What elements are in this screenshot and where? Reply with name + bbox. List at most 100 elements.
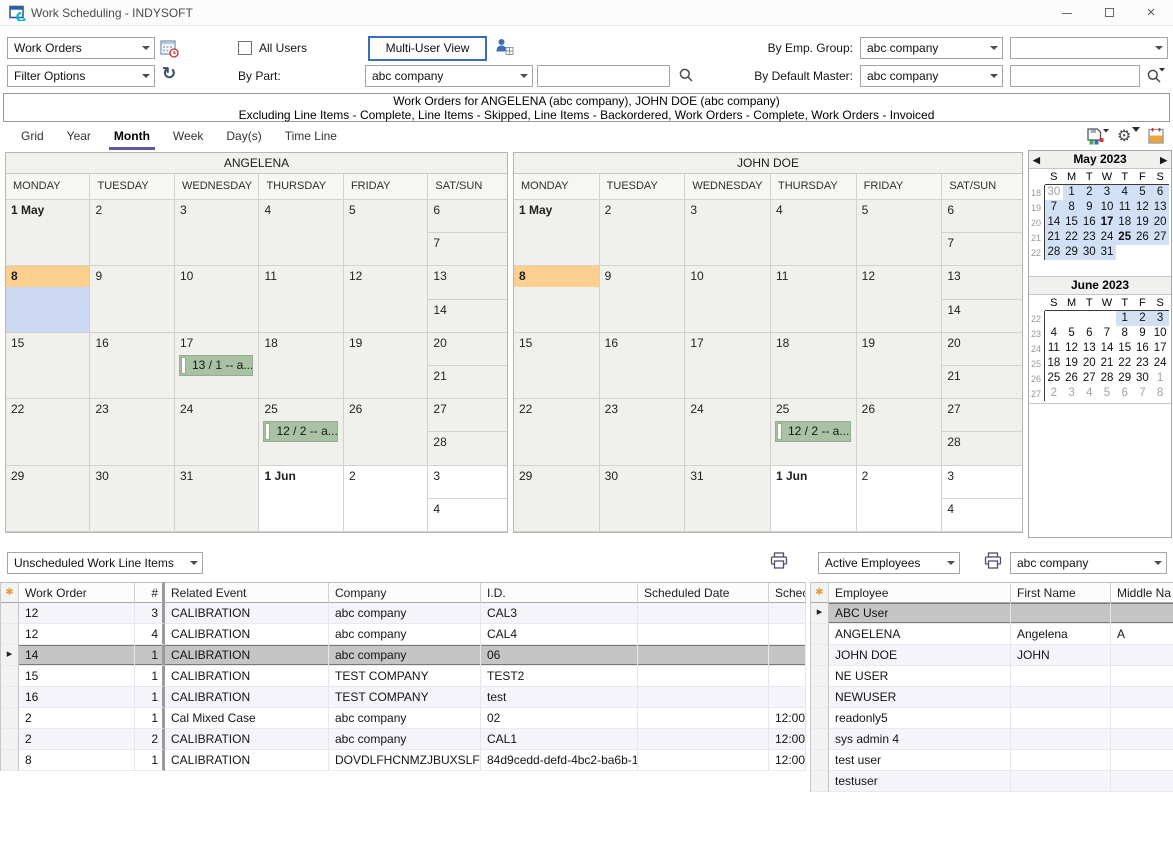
column-header-first-name[interactable]: First Name [1011,582,1111,603]
mini-day[interactable]: 30 [1080,245,1098,260]
mini-day[interactable]: 26 [1063,371,1081,386]
table-row[interactable]: sys admin 4 [811,729,1173,750]
calendar-day-cell[interactable]: 11 [771,266,857,332]
mini-day[interactable]: 8 [1116,326,1134,341]
calendar-event[interactable]: 12 / 2 -- a... [775,421,851,442]
calendar-day-cell[interactable]: 9 [600,266,686,332]
mini-day[interactable]: 3 [1098,185,1116,200]
calendar-day-cell[interactable]: 10 [685,266,771,332]
mini-day[interactable]: 14 [1098,341,1116,356]
mini-day[interactable]: 7 [1134,386,1152,401]
tab-week[interactable]: Week [168,126,208,150]
mini-day[interactable]: 31 [1098,245,1116,260]
refresh-icon[interactable]: ↻ [162,64,176,84]
calendar-day-cell[interactable]: 3 [942,466,1022,499]
calendar-day-cell[interactable]: 30 [600,466,686,532]
calendar-day-cell[interactable]: 2512 / 2 -- a... [771,399,857,465]
mini-day[interactable]: 20 [1080,356,1098,371]
column-header-schec[interactable]: Schec [769,582,806,603]
emp-group-select[interactable]: abc company [860,37,1003,59]
table-row[interactable]: 81CALIBRATIONDOVDLFHCNMZJBUXSLFCGNU84d9c… [1,750,805,771]
emp-group-secondary-select[interactable] [1010,37,1168,59]
table-row[interactable]: 22CALIBRATIONabc companyCAL112:00:0 [1,729,805,750]
mini-day[interactable]: 9 [1134,326,1152,341]
mini-day[interactable]: 7 [1045,200,1063,215]
calendar-day-cell[interactable]: 18 [771,333,857,399]
table-row[interactable]: 124CALIBRATIONabc companyCAL4 [1,624,805,645]
calendar-day-cell[interactable]: 8 [6,266,90,332]
minimize-button[interactable] [1046,0,1088,26]
mini-day[interactable]: 22 [1063,230,1081,245]
print-employees-icon[interactable] [984,552,1002,569]
calendar-day-cell[interactable]: 20 [942,333,1022,366]
tab-month[interactable]: Month [109,126,155,150]
calendar-day-cell[interactable]: 31 [685,466,771,532]
employees-view-select[interactable]: Active Employees [818,552,960,574]
mini-day[interactable]: 4 [1045,326,1063,341]
mini-day[interactable] [1098,311,1116,326]
mini-day[interactable] [1045,311,1063,326]
table-row[interactable]: ▸141CALIBRATIONabc company06 [1,645,805,666]
calendar-day-cell[interactable]: 2 [90,200,174,266]
mini-day[interactable]: 12 [1134,200,1152,215]
mini-day[interactable]: 10 [1098,200,1116,215]
calendar-day-cell[interactable]: 21 [942,366,1022,398]
calendar-day-cell[interactable]: 3 [428,466,507,499]
print-line-items-icon[interactable] [770,552,788,569]
mini-day[interactable]: 27 [1151,230,1169,245]
mini-day[interactable]: 22 [1116,356,1134,371]
calendar-day-cell[interactable]: 19 [344,333,428,399]
calendar-day-cell[interactable]: 15 [6,333,90,399]
table-row[interactable]: 21Cal Mixed Caseabc company0212:00:0 [1,708,805,729]
calendar-day-cell[interactable]: 1 Jun [771,466,857,532]
calendar-day-cell[interactable]: 11 [259,266,343,332]
calendar-day-cell[interactable]: 1 May [6,200,90,266]
mini-day[interactable]: 27 [1080,371,1098,386]
calendar-day-cell[interactable]: 7 [428,233,507,265]
calendar-day-cell[interactable]: 2 [344,466,428,532]
calendar-day-cell[interactable]: 4 [771,200,857,266]
calendar-day-cell[interactable]: 22 [6,399,90,465]
mini-day[interactable] [1063,311,1081,326]
mini-day[interactable]: 6 [1116,386,1134,401]
table-row[interactable]: NE USER [811,666,1173,687]
table-row[interactable]: ▸ABC User [811,603,1173,624]
calendar-day-cell[interactable]: 24 [685,399,771,465]
column-header-company[interactable]: Company [329,582,481,603]
calendar-day-cell[interactable]: 16 [600,333,686,399]
mini-day[interactable]: 1 [1151,371,1169,386]
column-header-related-event[interactable]: Related Event [165,582,329,603]
table-row[interactable]: 151CALIBRATIONTEST COMPANYTEST2 [1,666,805,687]
mini-day[interactable]: 10 [1151,326,1169,341]
by-part-search-input[interactable] [537,65,670,87]
table-row[interactable]: test user [811,750,1173,771]
calendar-event[interactable]: 12 / 2 -- a... [263,421,337,442]
search-dropdown-icon[interactable] [1146,67,1166,83]
maximize-button[interactable] [1088,0,1130,26]
mini-day[interactable]: 24 [1151,356,1169,371]
calendar-day-cell[interactable]: 23 [600,399,686,465]
by-part-select[interactable]: abc company [365,65,533,87]
table-row[interactable]: NEWUSER [811,687,1173,708]
mini-day[interactable]: 3 [1063,386,1081,401]
mini-day[interactable]: 18 [1045,356,1063,371]
calendar-day-cell[interactable]: 12 [344,266,428,332]
mini-day[interactable]: 9 [1080,200,1098,215]
mini-day[interactable]: 23 [1134,356,1152,371]
calendar-day-cell[interactable]: 28 [428,432,507,464]
mini-day[interactable]: 5 [1063,326,1081,341]
prev-month-icon[interactable]: ◀ [1033,153,1040,167]
mini-day[interactable] [1116,245,1134,260]
mini-day[interactable]: 30 [1134,371,1152,386]
user-grid-icon[interactable] [495,38,514,56]
calendar-day-cell[interactable]: 1 May [514,200,600,266]
default-master-search-input[interactable] [1010,65,1140,87]
calendar-day-cell[interactable]: 23 [90,399,174,465]
calendar-day-cell[interactable]: 30 [90,466,174,532]
calendar-day-cell[interactable]: 21 [428,366,507,398]
mini-day[interactable] [1151,245,1169,260]
calendar-day-cell[interactable]: 18 [259,333,343,399]
tab-days[interactable]: Day(s) [221,126,266,150]
calendar-day-cell[interactable]: 16 [90,333,174,399]
tab-timeline[interactable]: Time Line [280,126,342,150]
